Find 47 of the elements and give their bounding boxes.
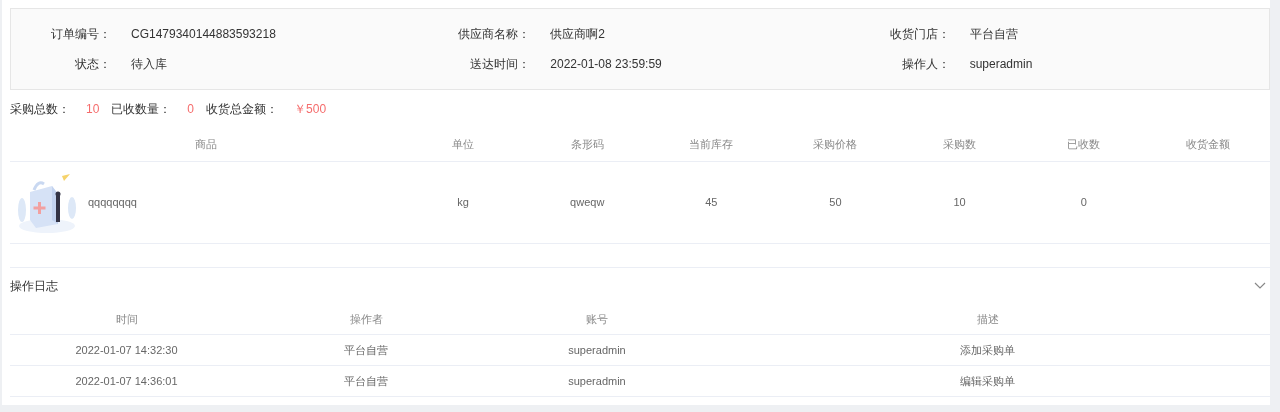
column-header: 时间 [10, 304, 243, 335]
section-title: 操作日志 [10, 278, 58, 295]
column-header: 单位 [401, 128, 526, 162]
column-header: 已收数 [1021, 128, 1146, 162]
table-cell: 2022-01-07 14:32:30 [10, 335, 243, 366]
summary-value: ￥500 [294, 101, 327, 118]
column-header: 操作者 [243, 304, 489, 335]
summary-label: 采购总数： [10, 101, 70, 118]
field-label: 操作人： [900, 56, 950, 73]
table-cell: 编辑采购单 [705, 366, 1270, 397]
table-cell: 平台自营 [243, 335, 489, 366]
table-cell: qweqw [525, 162, 650, 244]
table-cell: 平台自营 [243, 366, 489, 397]
column-header: 采购价格 [773, 128, 898, 162]
table-cell: 10 [897, 162, 1022, 244]
chevron-icon[interactable] [1254, 282, 1266, 290]
field-label: 状态： [74, 56, 111, 73]
column-header: 账号 [489, 304, 705, 335]
field-label: 收货门店： [888, 26, 950, 43]
field-label: 订单编号： [50, 26, 111, 43]
field-label: 供应商名称： [457, 26, 531, 43]
table-cell: 0 [1021, 162, 1146, 244]
summary-value: 0 [187, 101, 195, 118]
summary-value: 10 [86, 101, 100, 118]
table-cell: 45 [649, 162, 774, 244]
table-cell: 50 [773, 162, 898, 244]
column-header: 收货金额 [1145, 128, 1270, 162]
summary-label: 已收数量： [111, 101, 172, 118]
table-cell: kg [401, 162, 526, 244]
table-cell: 添加采购单 [705, 335, 1270, 366]
table-cell: superadmin [489, 366, 705, 397]
summary-label: 收货总金额： [206, 101, 279, 118]
field-value: 供应商啊2 [550, 26, 605, 43]
field-value: CG1479340144883593218 [131, 26, 276, 43]
field-value: 2022-01-08 23:59:59 [550, 56, 662, 73]
column-header: 条形码 [525, 128, 650, 162]
column-header: 当前库存 [649, 128, 774, 162]
column-header: 采购数 [897, 128, 1022, 162]
column-header: 描述 [705, 304, 1270, 335]
field-value: superadmin [969, 56, 1033, 73]
field-value: 待入库 [131, 56, 167, 73]
table-cell: superadmin [489, 335, 705, 366]
product-name: qqqqqqqq [88, 195, 137, 211]
table-cell: 2022-01-07 14:36:01 [10, 366, 243, 397]
field-value: 平台自营 [969, 26, 1018, 43]
column-header: 商品 [10, 128, 401, 162]
field-label: 送达时间： [469, 56, 531, 73]
